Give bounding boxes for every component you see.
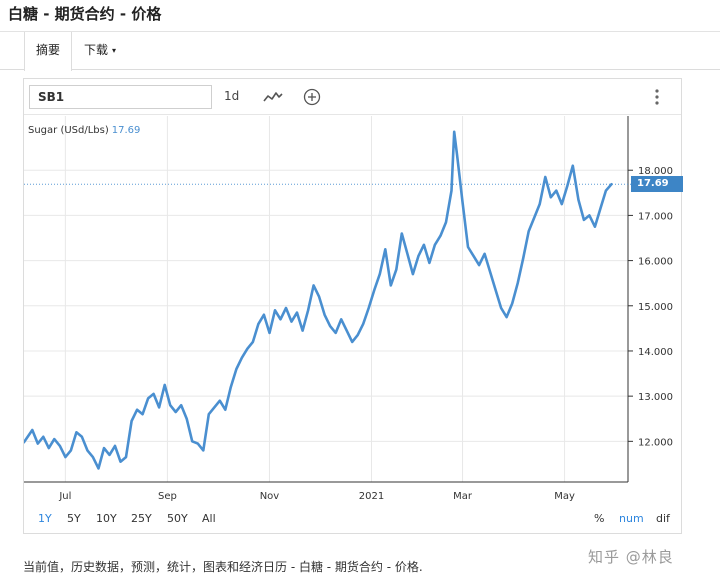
range-10y-button[interactable]: 10Y: [96, 512, 117, 525]
mode-dif-button[interactable]: dif: [656, 512, 670, 525]
watermark: 知乎 @林良: [588, 548, 674, 566]
range-5y-button[interactable]: 5Y: [67, 512, 81, 525]
x-tick-label: Jul: [58, 491, 71, 502]
tab-download-label: 下载: [84, 43, 109, 57]
y-tick-label: 14.000: [638, 347, 673, 358]
page-title: 白糖 - 期货合约 - 价格: [8, 5, 162, 23]
plus-circle-icon[interactable]: [302, 87, 322, 107]
x-tick-label: May: [554, 491, 575, 502]
range-selector: 1Y 5Y 10Y 25Y 50Y All % num dif: [24, 509, 681, 533]
footer-text: 当前值，历史数据，预测，统计，图表和经济日历 - 白糖 - 期货合约 - 价格.: [23, 560, 423, 574]
tab-bar: 摘要 下载 ▾: [0, 31, 720, 71]
legend-label: Sugar (USd/Lbs): [28, 125, 109, 136]
chart-legend: Sugar (USd/Lbs) 17.69: [28, 125, 140, 136]
x-tick-label: Nov: [260, 491, 280, 502]
y-tick-label: 15.000: [638, 302, 673, 313]
interval-button[interactable]: 1d: [224, 89, 239, 103]
y-tick-label: 13.000: [638, 392, 673, 403]
line-chart-icon[interactable]: [262, 88, 284, 106]
chart-panel: 12.000 13.000 14.000 15.000 16.000 17.000 18.0…: [23, 78, 683, 534]
last-price-flag: 17.69: [631, 176, 683, 193]
tab-summary[interactable]: 摘要: [24, 32, 72, 71]
vertical-dots-icon[interactable]: [651, 87, 663, 107]
legend-value: 17.69: [111, 125, 141, 136]
mode-percent-button[interactable]: %: [594, 512, 604, 525]
symbol-input[interactable]: [29, 85, 212, 109]
series-line: [24, 130, 613, 470]
range-25y-button[interactable]: 25Y: [131, 512, 152, 525]
range-all-button[interactable]: All: [202, 512, 216, 525]
chart-toolbar: 1d: [24, 79, 681, 115]
range-1y-button[interactable]: 1Y: [38, 512, 52, 525]
tab-download[interactable]: 下载 ▾: [84, 32, 116, 69]
x-tick-label: Sep: [158, 491, 177, 502]
mode-num-button[interactable]: num: [619, 512, 644, 525]
caret-down-icon: ▾: [112, 46, 117, 55]
y-tick-label: 17.000: [638, 211, 673, 222]
x-tick-label: 2021: [359, 491, 384, 502]
price-chart[interactable]: 12.00013.00014.00015.00016.00017.00018.0…: [24, 79, 681, 509]
range-50y-button[interactable]: 50Y: [167, 512, 188, 525]
y-tick-label: 16.000: [638, 257, 673, 268]
y-tick-label: 12.000: [638, 437, 673, 448]
x-tick-label: Mar: [453, 491, 473, 502]
